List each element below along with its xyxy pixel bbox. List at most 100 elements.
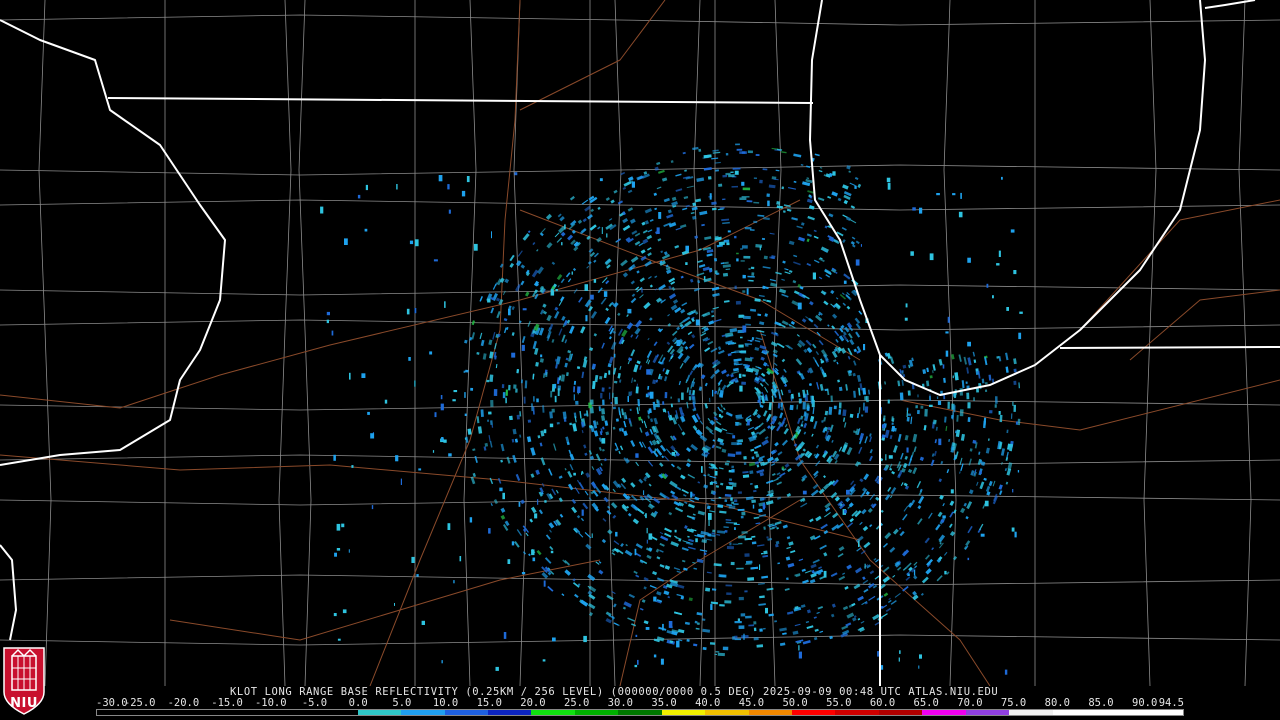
radar-echo [709, 642, 716, 645]
radar-echo-speck [488, 528, 491, 534]
radar-echo-speck [823, 570, 827, 578]
radar-echo-speck [599, 178, 603, 182]
radar-echo [688, 396, 691, 401]
radar-echo [735, 451, 742, 455]
radar-echo [754, 484, 759, 489]
radar-echo [755, 244, 763, 248]
radar-echo [753, 177, 757, 179]
radar-echo-speck [754, 451, 758, 454]
radar-echo [505, 389, 508, 396]
radar-echo [740, 613, 746, 617]
radar-echo [744, 553, 750, 557]
colorscale-segment [792, 710, 836, 715]
radar-echo-speck [936, 193, 940, 196]
radar-echo [742, 315, 751, 320]
radar-echo-speck [331, 330, 334, 336]
radar-echo-speck [466, 176, 470, 183]
radar-echo [838, 386, 843, 391]
radar-echo [740, 260, 745, 262]
radar-echo [761, 237, 766, 241]
radar-echo-speck [473, 243, 478, 251]
radar-echo-speck [601, 227, 603, 234]
radar-echo [744, 590, 748, 593]
radar-echo [725, 172, 731, 176]
radar-echo [715, 651, 720, 653]
radar-echo-speck [864, 563, 866, 569]
colorscale-tick: 65.0 [913, 697, 939, 709]
radar-echo-speck [542, 659, 546, 662]
radar-echo [742, 474, 750, 479]
colorscale-bar [96, 709, 1184, 716]
radar-echo-speck [1001, 176, 1003, 180]
radar-echo-speck [986, 283, 989, 288]
radar-echo [1015, 421, 1019, 425]
colorscale-tick: 50.0 [782, 697, 808, 709]
radar-echo-speck [408, 357, 411, 361]
radar-echo [749, 470, 754, 475]
radar-echo [628, 391, 631, 397]
radar-echo-speck [448, 209, 451, 214]
radar-echo-speck [416, 574, 419, 577]
radar-echo [738, 344, 744, 348]
radar-echo-speck [942, 515, 946, 519]
radar-echo-speck [942, 364, 945, 369]
radar-echo-speck [593, 279, 597, 283]
colorscale-tick: 40.0 [695, 697, 721, 709]
radar-echo-speck [695, 319, 700, 326]
radar-echo-speck [452, 399, 456, 402]
radar-echo [748, 268, 751, 270]
colorscale-segment [1139, 710, 1183, 715]
radar-echo-speck [984, 500, 989, 507]
radar-echo-speck [887, 399, 890, 404]
radar-echo-speck [1013, 270, 1017, 275]
radar-echo [550, 390, 553, 398]
radar-echo [743, 456, 747, 460]
radar-echo [520, 379, 524, 384]
radar-echo [753, 637, 759, 641]
radar-echo-speck [726, 242, 730, 246]
radar-echo [1013, 368, 1017, 373]
radar-echo-speck [351, 465, 354, 468]
colorscale-segment [1009, 710, 1053, 715]
radar-echo-speck [434, 412, 437, 418]
radar-echo-speck [855, 259, 860, 266]
radar-echo-speck [654, 448, 656, 452]
radar-echo [891, 422, 894, 425]
colorscale-tick: 80.0 [1044, 697, 1070, 709]
radar-echo-speck [521, 344, 525, 351]
radar-echo-speck [685, 245, 689, 252]
radar-echo-speck [585, 315, 588, 322]
radar-echo-speck [947, 316, 950, 323]
radar-echo-speck [906, 447, 909, 453]
radar-echo-speck [1012, 489, 1014, 493]
radar-echo [739, 350, 747, 353]
radar-echo-speck [394, 603, 395, 606]
radar-echo [732, 543, 739, 545]
radar-echo [995, 396, 998, 404]
radar-echo-speck [746, 288, 749, 295]
radar-echo [726, 485, 734, 490]
radar-echo [599, 375, 603, 380]
radar-echo [781, 186, 785, 190]
colorscale-segment [357, 710, 402, 715]
radar-echo-speck [888, 455, 893, 459]
radar-echo [726, 592, 732, 595]
radar-echo [677, 398, 680, 403]
radar-echo-speck [349, 372, 351, 380]
radar-echo [753, 621, 757, 625]
radar-echo [830, 395, 833, 403]
colorscale-segment [183, 710, 228, 715]
radar-echo [917, 410, 920, 415]
radar-echo [759, 179, 763, 184]
radar-echo [533, 396, 535, 402]
radar-echo-speck [653, 654, 657, 658]
radar-echo [740, 336, 743, 339]
radar-echo-speck [514, 172, 518, 176]
colorscale-tick: 30.0 [607, 697, 633, 709]
radar-echo-speck [912, 207, 916, 211]
radar-echo [728, 505, 736, 509]
radar-echo [608, 386, 611, 390]
radar-echo [738, 314, 744, 318]
radar-echo [1013, 380, 1017, 385]
radar-echo-speck [767, 200, 770, 207]
